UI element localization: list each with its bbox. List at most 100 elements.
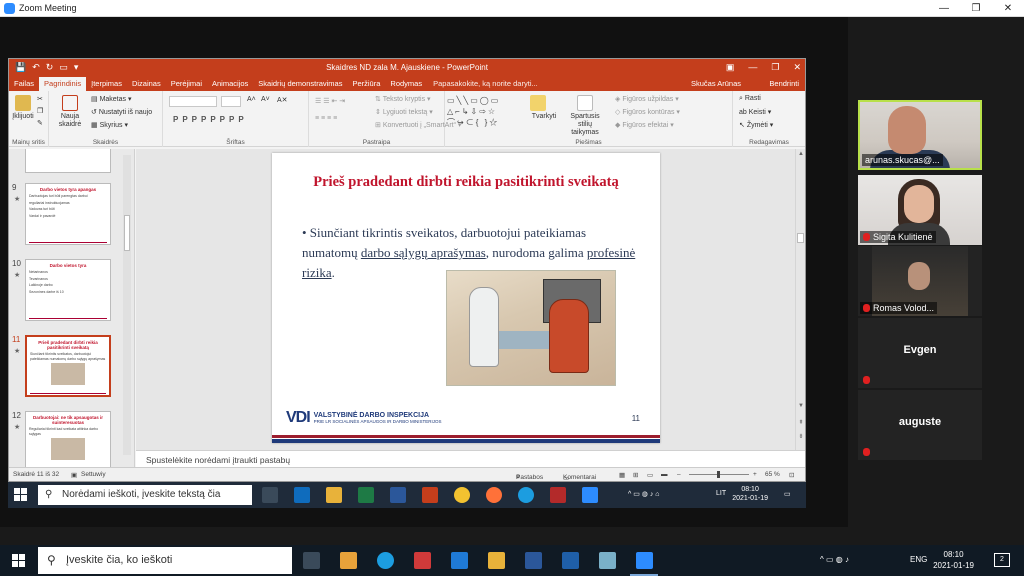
- shape-effects-button[interactable]: ◆ Figūros efektai ▾: [615, 121, 674, 129]
- tab-slideshow[interactable]: Skaidrių demonstravimas: [253, 77, 347, 91]
- ppt-restore-button[interactable]: ❐: [771, 62, 779, 73]
- shape-outline-button[interactable]: ◇ Figūros kontūras ▾: [615, 108, 680, 116]
- maximize-button[interactable]: ❐: [960, 0, 992, 17]
- layout-button[interactable]: ▤ Maketas ▾: [91, 95, 132, 103]
- thumbnail-slide-10[interactable]: Darbo vietos tyra Netarinanos Tevarinano…: [25, 259, 111, 321]
- ppt-minimize-button[interactable]: —: [748, 62, 757, 73]
- windows-start-icon[interactable]: [12, 554, 25, 567]
- slide-editing-area[interactable]: Prieš pradedant dirbti reikia pasitikrin…: [136, 149, 805, 450]
- slide-thumbnails-pane[interactable]: 9 ★ Darbo vietos tyra apangas Darbuotoja…: [9, 149, 135, 467]
- text-direction-button[interactable]: ⇅ Teksto kryptis ▾: [375, 95, 431, 103]
- copy-icon[interactable]: ❐: [37, 107, 43, 115]
- link-work-conditions[interactable]: darbo sąlygų aprašymas: [361, 245, 486, 260]
- store-icon[interactable]: [340, 552, 357, 569]
- tab-animations[interactable]: Animacijos: [207, 77, 253, 91]
- tray-language[interactable]: ENG: [910, 555, 927, 564]
- tray-language[interactable]: LIT: [716, 490, 726, 497]
- notes-app-icon[interactable]: [599, 552, 616, 569]
- replace-button[interactable]: ab Keisti ▾: [739, 108, 771, 116]
- ribbon-display-button[interactable]: ▣: [726, 62, 735, 73]
- clear-format-icon[interactable]: A✕: [277, 96, 288, 104]
- ppt-close-button[interactable]: ✕: [793, 62, 801, 73]
- slide-illustration[interactable]: [446, 270, 616, 386]
- zoom-taskbar-icon[interactable]: [636, 552, 653, 569]
- grow-font-icon[interactable]: A˄: [247, 96, 256, 103]
- prev-slide-icon[interactable]: ⇞: [796, 419, 806, 426]
- shape-fill-button[interactable]: ◈ Figūros užpildas ▾: [615, 95, 679, 103]
- notes-pane[interactable]: Spustelėkite norėdami įtraukti pastabų: [136, 450, 805, 468]
- tab-review[interactable]: Peržiūra: [347, 77, 385, 91]
- align-text-button[interactable]: ⇕ Lygiuoti tekstą ▾: [375, 108, 433, 116]
- user-name[interactable]: Skučas Arūnas: [691, 77, 741, 91]
- task-view-icon[interactable]: [303, 552, 320, 569]
- tell-me-box[interactable]: Papasakokite, ką norite daryti...: [433, 77, 538, 91]
- participant-tile[interactable]: Romas Volod...: [858, 246, 982, 316]
- scroll-up-icon[interactable]: ▲: [796, 151, 806, 157]
- tab-view[interactable]: Rodymas: [385, 77, 427, 91]
- thumbnail-slide-12[interactable]: Darbuotojai: ne tik apsaugotas ir suinte…: [25, 411, 111, 467]
- edge-icon[interactable]: [518, 487, 534, 503]
- mail-icon[interactable]: [451, 552, 468, 569]
- notification-icon[interactable]: ▭: [784, 490, 791, 498]
- select-button[interactable]: ↖ Žymėti ▾: [739, 121, 773, 129]
- slide-scrollbar[interactable]: ▲ ▼ ⇞ ⇟: [795, 149, 805, 450]
- windows-clock[interactable]: 08:10 2021-01-19: [933, 549, 974, 571]
- notification-center-icon[interactable]: 2: [994, 553, 1010, 567]
- firefox-icon[interactable]: [486, 487, 502, 503]
- windows-search-box[interactable]: ⚲ Įveskite čia, ko ieškoti: [38, 547, 292, 574]
- spellcheck-icon[interactable]: ▣: [71, 471, 77, 479]
- word-icon[interactable]: [525, 552, 542, 569]
- participant-tile[interactable]: arunas.skucas@...: [858, 100, 982, 170]
- tray-icons[interactable]: ^ ▭ ◍ ♪: [820, 555, 849, 564]
- thumbnail-slide-11-selected[interactable]: Prieš pradedant dirbti reikia pasitikrin…: [25, 335, 111, 397]
- arrange-icon[interactable]: [529, 95, 547, 113]
- slide-scrollbar-thumb[interactable]: [797, 233, 804, 243]
- outlook-icon[interactable]: [294, 487, 310, 503]
- view-normal-icon[interactable]: ▦: [619, 471, 625, 479]
- find-button[interactable]: ⌕ Rasti: [739, 95, 761, 103]
- list-icons[interactable]: ☰ ☰ ⇤ ⇥: [315, 97, 345, 105]
- zoom-taskbar-icon[interactable]: [582, 487, 598, 503]
- new-slide-button[interactable]: Nauja skaidrė: [53, 95, 87, 129]
- tab-design[interactable]: Dizainas: [127, 77, 166, 91]
- section-button[interactable]: ▦ Skyrius ▾: [91, 121, 128, 129]
- photos-icon[interactable]: [562, 552, 579, 569]
- paste-button[interactable]: Įklijuoti: [12, 95, 34, 121]
- thumbnail-slide-9[interactable]: Darbo vietos tyra apangas Darbuotojas tu…: [25, 183, 111, 245]
- format-painter-icon[interactable]: ✎: [37, 119, 43, 127]
- zoom-level[interactable]: 65 %: [765, 471, 780, 478]
- current-slide[interactable]: Prieš pradedant dirbti reikia pasitikrin…: [272, 153, 660, 443]
- quick-styles-button[interactable]: Spartusis stilių taikymas: [563, 95, 607, 137]
- windows-start-icon[interactable]: [14, 488, 27, 501]
- powerpoint-icon[interactable]: [422, 487, 438, 503]
- zoom-slider[interactable]: [689, 471, 749, 478]
- zoom-out-button[interactable]: –: [677, 471, 681, 478]
- shared-clock[interactable]: 08:10 2021-01-19: [732, 485, 768, 503]
- file-explorer-icon[interactable]: [488, 552, 505, 569]
- tab-transitions[interactable]: Perėjimai: [166, 77, 207, 91]
- cut-icon[interactable]: ✂: [37, 95, 43, 103]
- slide-title[interactable]: Prieš pradedant dirbti reikia pasitikrin…: [292, 173, 640, 191]
- shrink-font-icon[interactable]: A˅: [261, 96, 270, 103]
- tab-file[interactable]: Failas: [9, 77, 39, 91]
- tab-insert[interactable]: Įterpimas: [86, 77, 127, 91]
- align-icons[interactable]: ≡ ≡ ≡ ≡: [315, 115, 337, 122]
- language-status[interactable]: Settuwiy: [81, 471, 106, 478]
- scrollbar-thumb[interactable]: [124, 215, 130, 251]
- format-buttons[interactable]: PPPPPPPP: [173, 115, 248, 124]
- participant-tile[interactable]: Sigita Kulitienė: [858, 175, 982, 245]
- tab-home[interactable]: Pagrindinis: [39, 77, 87, 91]
- close-button[interactable]: ✕: [992, 0, 1024, 17]
- edge-icon[interactable]: [377, 552, 394, 569]
- thumbnail-8-partial[interactable]: [25, 149, 111, 173]
- reset-button[interactable]: ↺ Nustatyti iš naujo: [91, 108, 152, 116]
- excel-icon[interactable]: [358, 487, 374, 503]
- zoom-in-button[interactable]: +: [753, 471, 757, 478]
- tray-icons[interactable]: ^ ▭ ◍ ♪ ⌂: [628, 490, 660, 498]
- gift-app-icon[interactable]: [414, 552, 431, 569]
- file-explorer-icon[interactable]: [326, 487, 342, 503]
- fit-to-window-icon[interactable]: ⊡: [789, 471, 794, 479]
- chrome-icon[interactable]: [454, 487, 470, 503]
- participant-tile[interactable]: Evgen: [858, 318, 982, 388]
- font-name-box[interactable]: [169, 96, 217, 107]
